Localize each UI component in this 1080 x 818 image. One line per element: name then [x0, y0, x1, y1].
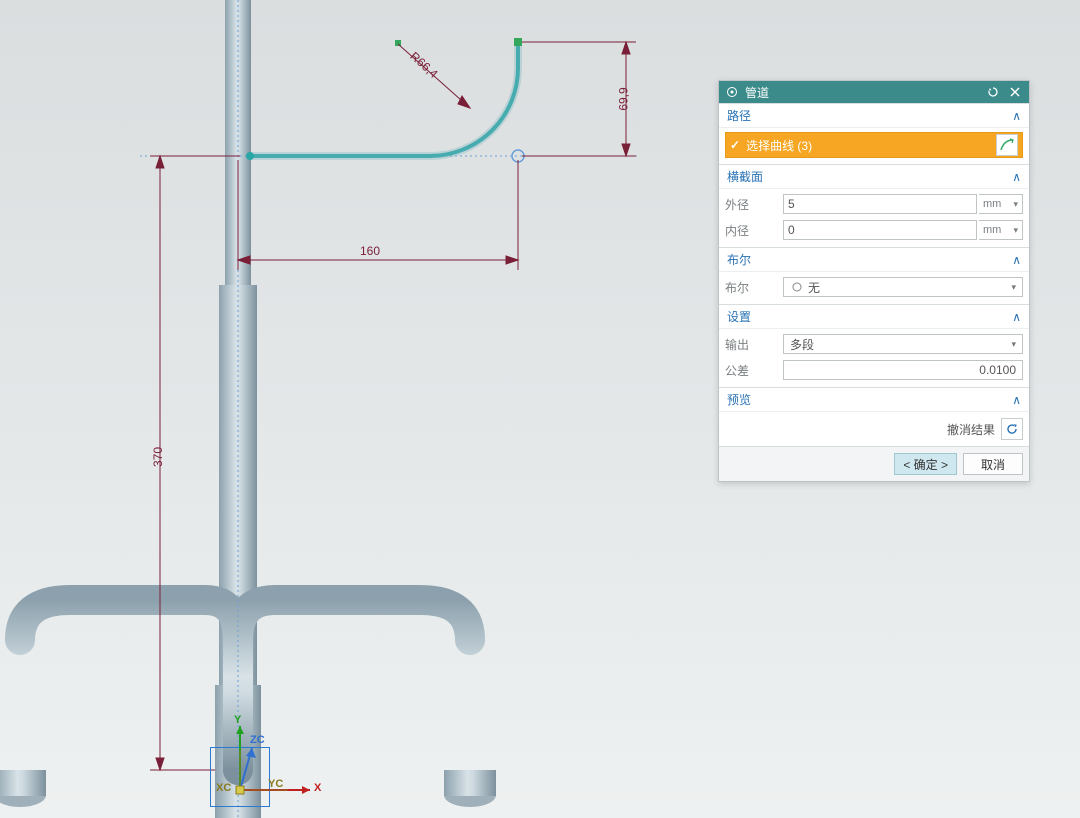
section-path-title: 路径 — [727, 107, 751, 124]
select-curve-label: 选择曲线 (3) — [746, 137, 990, 154]
cancel-label: 取消 — [981, 456, 1005, 473]
outer-diameter-label: 外径 — [725, 196, 777, 213]
unit-label: mm — [983, 224, 1001, 236]
close-button[interactable] — [1007, 84, 1023, 100]
ok-label: < 确定 > — [903, 456, 948, 473]
cancel-button[interactable]: 取消 — [963, 453, 1023, 475]
output-dropdown[interactable]: 多段 ▾ — [783, 334, 1023, 354]
chevron-up-icon: ∧ — [1012, 310, 1021, 324]
dimension-label-370: 370 — [151, 447, 165, 467]
undo-result-button[interactable] — [1001, 418, 1023, 440]
section-cross-title: 横截面 — [727, 168, 763, 185]
origin-selection-box — [210, 747, 270, 807]
reset-button[interactable] — [985, 84, 1001, 100]
dimension-label-69: 69,9 — [617, 87, 631, 110]
boolean-dropdown[interactable]: 无 ▾ — [783, 277, 1023, 297]
tolerance-input[interactable]: 0.0100 — [783, 360, 1023, 380]
none-icon — [790, 281, 804, 293]
section-cross-header[interactable]: 横截面 ∧ — [719, 164, 1029, 188]
section-boolean-header[interactable]: 布尔 ∧ — [719, 247, 1029, 271]
unit-label: mm — [983, 198, 1001, 210]
gear-icon — [725, 85, 739, 99]
boolean-value: 无 — [804, 279, 1011, 296]
undo-result-label: 撤消结果 — [947, 421, 995, 438]
section-settings-header[interactable]: 设置 ∧ — [719, 304, 1029, 328]
dialog-titlebar[interactable]: 管道 — [719, 81, 1029, 103]
inner-diameter-input[interactable] — [783, 220, 977, 240]
dimension-label-160: 160 — [360, 244, 380, 258]
section-settings-title: 设置 — [727, 308, 751, 325]
chevron-up-icon: ∧ — [1012, 253, 1021, 267]
boolean-label: 布尔 — [725, 279, 777, 296]
chevron-up-icon: ∧ — [1012, 393, 1021, 407]
tube-dialog: 管道 路径 ∧ ✓ 选择曲线 (3) 横截面 ∧ 外径 — [718, 80, 1030, 482]
section-path-header[interactable]: 路径 ∧ — [719, 103, 1029, 127]
tolerance-label: 公差 — [725, 362, 777, 379]
ok-button[interactable]: < 确定 > — [894, 453, 957, 475]
outer-diameter-unit[interactable]: mm ▾ — [979, 194, 1023, 214]
section-preview-header[interactable]: 预览 ∧ — [719, 387, 1029, 411]
outer-diameter-field[interactable] — [784, 195, 976, 213]
dialog-title: 管道 — [745, 84, 979, 101]
check-icon: ✓ — [730, 138, 740, 152]
chevron-up-icon: ∧ — [1012, 109, 1021, 123]
section-boolean-title: 布尔 — [727, 251, 751, 268]
output-value: 多段 — [790, 336, 1011, 353]
chevron-down-icon: ▾ — [1013, 225, 1018, 236]
section-path-body: ✓ 选择曲线 (3) — [719, 127, 1029, 164]
section-preview-title: 预览 — [727, 391, 751, 408]
chevron-down-icon: ▾ — [1013, 199, 1018, 210]
inner-diameter-field[interactable] — [784, 221, 976, 239]
inner-diameter-unit[interactable]: mm ▾ — [979, 220, 1023, 240]
tolerance-value: 0.0100 — [979, 363, 1016, 377]
inner-diameter-label: 内径 — [725, 222, 777, 239]
curve-rule-button[interactable] — [996, 134, 1018, 156]
outer-diameter-input[interactable] — [783, 194, 977, 214]
section-boolean-body: 布尔 无 ▾ — [719, 271, 1029, 304]
section-cross-body: 外径 mm ▾ 内径 mm ▾ — [719, 188, 1029, 247]
select-curve-row[interactable]: ✓ 选择曲线 (3) — [725, 132, 1023, 158]
chevron-down-icon: ▾ — [1011, 339, 1016, 350]
section-settings-body: 输出 多段 ▾ 公差 0.0100 — [719, 328, 1029, 387]
chevron-down-icon: ▾ — [1011, 282, 1016, 293]
section-preview-body: 撤消结果 — [719, 411, 1029, 446]
chevron-up-icon: ∧ — [1012, 170, 1021, 184]
dialog-button-bar: < 确定 > 取消 — [719, 446, 1029, 481]
output-label: 输出 — [725, 336, 777, 353]
